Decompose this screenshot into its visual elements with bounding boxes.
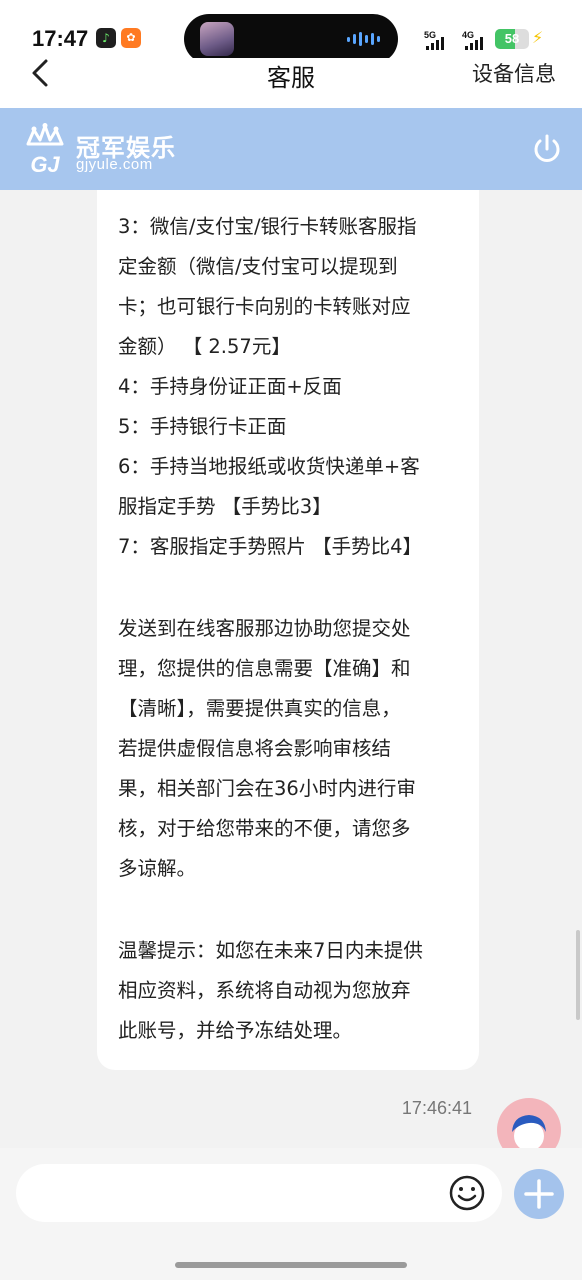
message-line: 定金额（微信/支付宝可以提现到 [118,255,398,278]
battery-icon: 58 [495,29,529,49]
device-info-button[interactable]: 设备信息 [472,58,556,88]
status-bar: 17:47 ♪ ✿ 5G 4G 58 ⚡ [0,0,582,64]
message-line: 温馨提示：如您在未来7日内未提供 [118,939,423,962]
message-line: 理，您提供的信息需要【准确】和 [118,657,411,680]
logo-letters: GJ [30,152,60,177]
chat-area[interactable]: 3：微信/支付宝/银行卡转账客服指 定金额（微信/支付宝可以提现到 卡；也可银行… [0,190,582,1148]
message-line: 核，对于给您带来的不便，请您多 [118,817,411,840]
message-line: 服指定手势 【手势比3】 [118,495,332,518]
scrollbar[interactable] [576,930,580,1020]
message-line: 3：微信/支付宝/银行卡转账客服指 [118,215,417,238]
nav-bar: 客服 设备信息 [0,58,582,108]
message-timestamp: 17:46:41 [401,1098,472,1118]
plus-button[interactable] [514,1169,564,1219]
user-avatar-icon[interactable] [497,1098,561,1148]
message-line: 发送到在线客服那边协助您提交处 [118,617,411,640]
message-line: 多谅解。 [118,857,197,880]
message-line: 4：手持身份证正面+反面 [118,375,342,398]
message-line: 相应资料，系统将自动视为您放弃 [118,979,411,1002]
message-line: 此账号，并给予冻结处理。 [118,1019,353,1042]
received-message-bubble[interactable]: 3：微信/支付宝/银行卡转账客服指 定金额（微信/支付宝可以提现到 卡；也可银行… [97,190,479,1070]
battery-level: 58 [504,31,520,46]
message-line: 【清晰】，需要提供真实的信息， [118,697,401,720]
signal-bars-icon [426,36,444,50]
brand-url: gjyule.com [76,156,153,173]
charging-icon: ⚡ [532,28,544,47]
status-time: 17:47 [32,26,89,51]
app-notification-icon-2: ✿ [121,28,141,48]
message-line: 若提供虚假信息将会影响审核结 [118,737,392,760]
input-bar [0,1148,582,1280]
message-line: 果，相关部门会在36小时内进行审 [118,777,416,800]
plus-icon [524,1179,554,1209]
message-line: 卡；也可银行卡向别的卡转账对应 [118,295,411,318]
app-notification-icon: ♪ [96,28,116,48]
dynamic-island[interactable] [184,14,398,64]
media-thumbnail [200,22,234,56]
smiley-icon[interactable] [448,1174,486,1212]
message-line: 5：手持银行卡正面 [118,415,287,438]
message-line: 7：客服指定手势照片 【手势比4】 [118,535,423,558]
power-icon[interactable] [530,132,564,166]
audio-wave-icon [347,32,380,46]
message-line: 金额） 【 2.57元】 [118,335,291,358]
message-input[interactable] [16,1164,502,1222]
signal-bars-icon-2 [465,36,483,50]
message-line: 6：手持当地报纸或收货快递单+客 [118,455,420,478]
home-indicator[interactable] [175,1262,407,1268]
crown-logo-icon: GJ [26,123,64,177]
brand-header: GJ 冠军娱乐 gjyule.com [0,108,582,190]
